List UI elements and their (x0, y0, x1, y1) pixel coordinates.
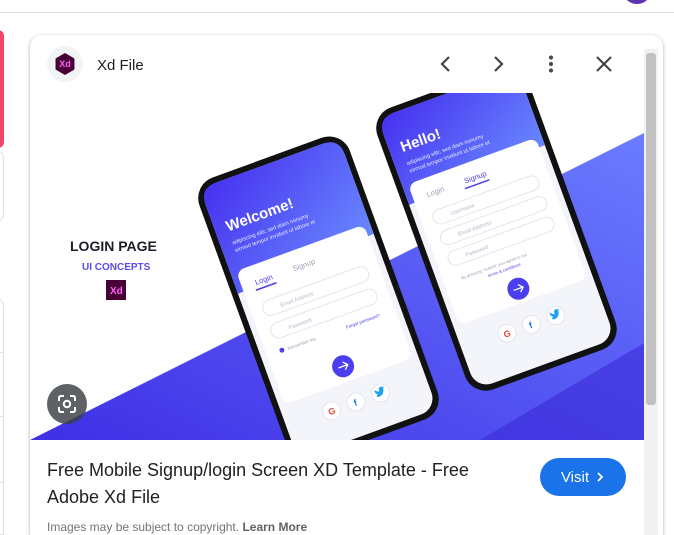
next-button[interactable] (484, 50, 512, 78)
account-avatar[interactable] (622, 0, 652, 4)
background-result-card[interactable] (0, 150, 4, 222)
google-lens-icon (58, 395, 76, 413)
more-vert-icon (549, 55, 553, 73)
top-bar-divider (0, 12, 674, 13)
xd-logo-text: Xd (59, 59, 71, 69)
chevron-left-icon (440, 56, 450, 72)
xd-badge-text: Xd (110, 286, 123, 297)
source-logo[interactable]: Xd (47, 46, 83, 82)
close-icon (596, 56, 612, 72)
login-template-artwork: LOGIN PAGE UI CONCEPTS Xd Welcome! adipi… (30, 93, 644, 440)
preview-image[interactable]: LOGIN PAGE UI CONCEPTS Xd Welcome! adipi… (30, 93, 644, 440)
learn-more-link[interactable]: Learn More (242, 520, 307, 534)
google-lens-button[interactable] (47, 384, 87, 424)
previous-button[interactable] (432, 50, 460, 78)
copyright-text: Images may be subject to copyright. (47, 520, 240, 534)
visit-button[interactable]: Visit (540, 458, 626, 496)
image-preview-panel: Xd Xd File LOGIN PAGE UI CONCEPTS Xd Wel… (30, 35, 663, 535)
background-divider (0, 416, 4, 417)
close-button[interactable] (590, 50, 618, 78)
copyright-notice: Images may be subject to copyright. Lear… (47, 520, 307, 534)
template-subheading: UI CONCEPTS (82, 262, 151, 273)
panel-scrollbar-thumb[interactable] (646, 53, 656, 405)
more-options-button[interactable] (537, 50, 565, 78)
background-divider (0, 482, 4, 483)
panel-header: Xd Xd File (30, 35, 663, 93)
source-name[interactable]: Xd File (97, 57, 144, 74)
image-title-link[interactable]: Free Mobile Signup/login Screen XD Templ… (47, 457, 517, 511)
background-result-thumbnail[interactable] (0, 30, 4, 148)
background-divider (0, 352, 4, 353)
xd-logo-icon: Xd (55, 53, 75, 75)
template-heading: LOGIN PAGE (70, 238, 157, 254)
chevron-right-small-icon (597, 472, 604, 482)
visit-button-label: Visit (560, 468, 590, 486)
chevron-right-icon (494, 56, 504, 72)
